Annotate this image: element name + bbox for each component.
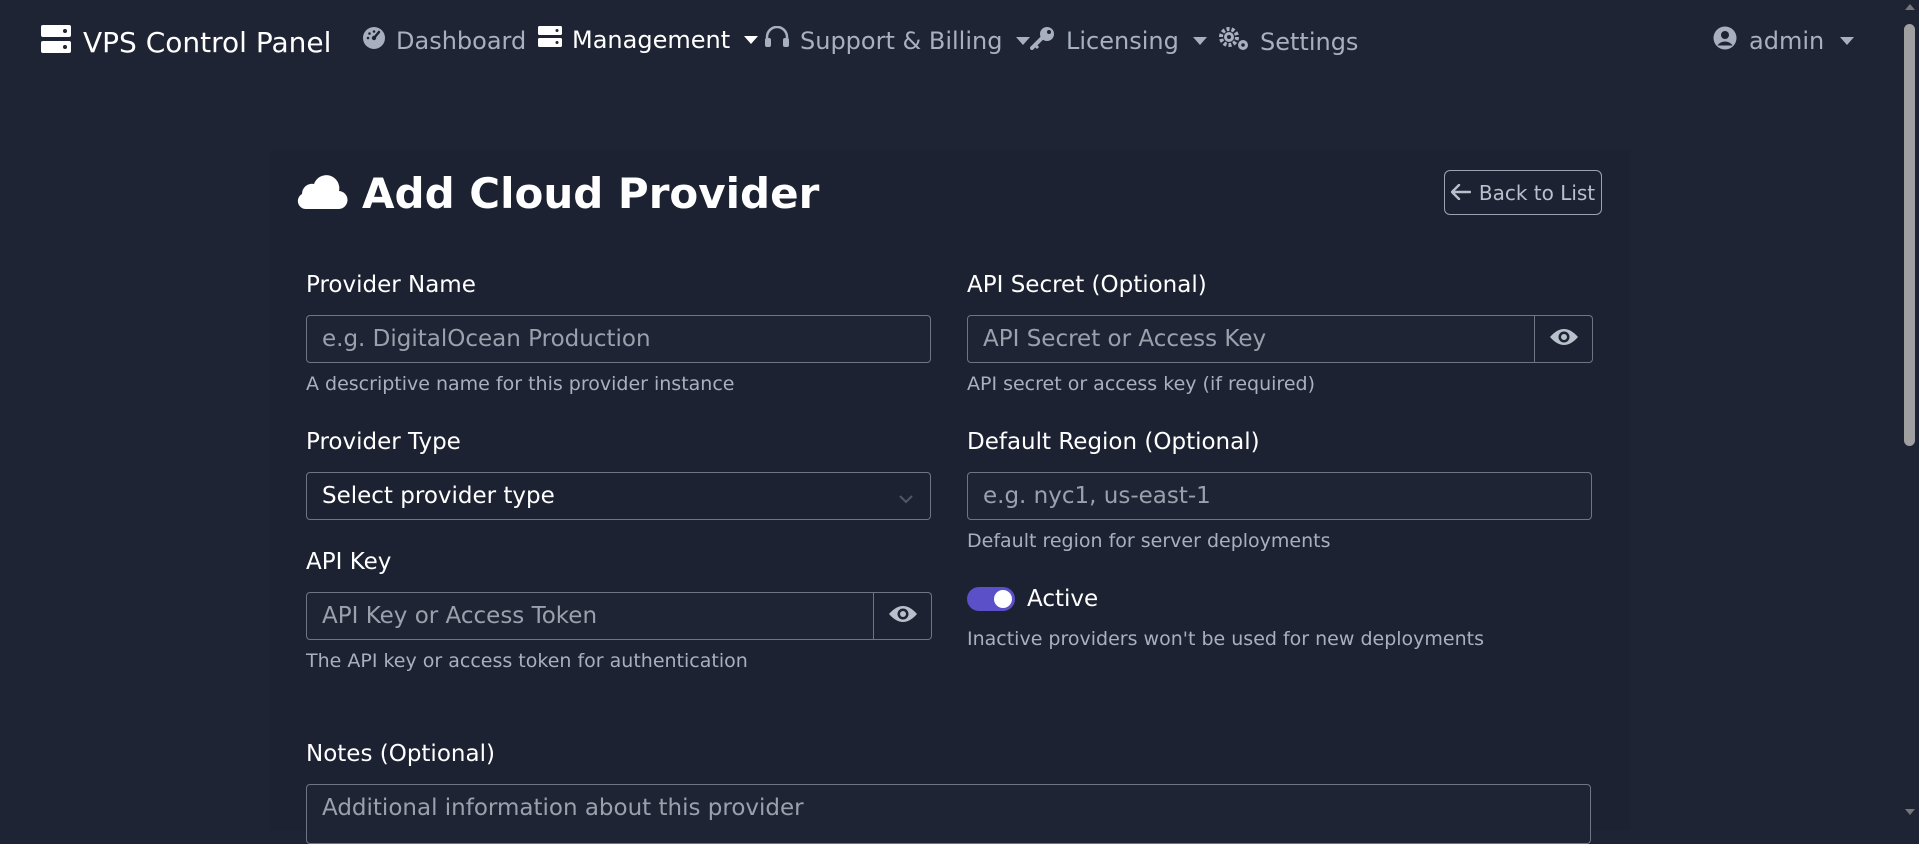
brand-title: VPS Control Panel [83,26,332,59]
provider-type-selected: Select provider type [322,483,555,509]
active-toggle-switch[interactable] [967,587,1015,611]
tachometer-icon [362,26,386,56]
api-key-help: The API key or access token for authenti… [306,650,748,672]
default-region-label: Default Region (Optional) [967,429,1260,455]
api-secret-input[interactable] [967,315,1535,363]
back-to-list-label: Back to List [1478,180,1596,205]
api-key-label: API Key [306,549,392,575]
server-icon [41,25,71,60]
page-scrollbar[interactable] [1900,0,1919,819]
nav-management-label: Management [572,26,731,54]
nav-licensing[interactable]: Licensing [1030,26,1207,56]
user-circle-icon [1713,26,1737,56]
chevron-down-icon [1016,37,1031,45]
nav-settings[interactable]: Settings [1218,26,1358,58]
key-icon [1030,26,1056,56]
nav-dashboard-label: Dashboard [396,27,527,55]
chevron-down-icon [744,36,759,44]
nav-support-billing[interactable]: Support & Billing [764,25,1031,56]
page-title: Add Cloud Provider [362,169,820,218]
active-toggle-row: Active [967,586,1098,612]
notes-label: Notes (Optional) [306,741,495,767]
back-to-list-button[interactable]: Back to List [1444,170,1602,215]
default-region-input[interactable] [967,472,1592,520]
api-key-input[interactable] [306,592,874,640]
toggle-api-key-visibility-button[interactable] [874,592,932,640]
active-toggle-label[interactable]: Active [1027,586,1098,612]
active-help: Inactive providers won't be used for new… [967,628,1484,650]
chevron-down-icon [1192,37,1207,45]
provider-name-label: Provider Name [306,272,476,298]
brand-link[interactable]: VPS Control Panel [41,25,331,60]
headset-icon [764,25,790,56]
nav-licensing-label: Licensing [1066,27,1179,55]
user-menu[interactable]: admin [1713,26,1855,56]
scroll-down-arrow-icon[interactable] [1905,809,1915,815]
scroll-up-arrow-icon[interactable] [1905,4,1915,10]
scroll-thumb[interactable] [1904,24,1915,446]
default-region-help: Default region for server deployments [967,530,1331,552]
provider-name-help: A descriptive name for this provider ins… [306,373,735,395]
cloud-icon [294,173,348,215]
provider-name-input[interactable] [306,315,931,363]
nav-management[interactable]: Management [538,26,759,54]
nav-settings-label: Settings [1260,28,1359,56]
nav-support-billing-label: Support & Billing [800,27,1003,55]
eye-icon [1549,327,1579,351]
user-name: admin [1749,27,1825,55]
api-secret-label: API Secret (Optional) [967,272,1207,298]
nav-dashboard[interactable]: Dashboard [362,26,526,56]
toggle-api-secret-visibility-button[interactable] [1535,315,1593,363]
notes-textarea[interactable] [306,784,1591,844]
server-icon [538,26,562,54]
provider-type-label: Provider Type [306,429,461,455]
chevron-down-icon [1840,37,1855,45]
eye-icon [888,604,918,628]
arrow-left-icon [1450,181,1472,205]
gears-icon [1218,26,1250,58]
page-header: Add Cloud Provider [294,169,819,218]
provider-type-select[interactable]: Select provider type [306,472,931,520]
chevron-down-icon [898,487,914,513]
top-navbar: VPS Control Panel Dashboard Management S… [0,0,1900,84]
toggle-knob [994,590,1012,608]
api-secret-help: API secret or access key (if required) [967,373,1315,395]
